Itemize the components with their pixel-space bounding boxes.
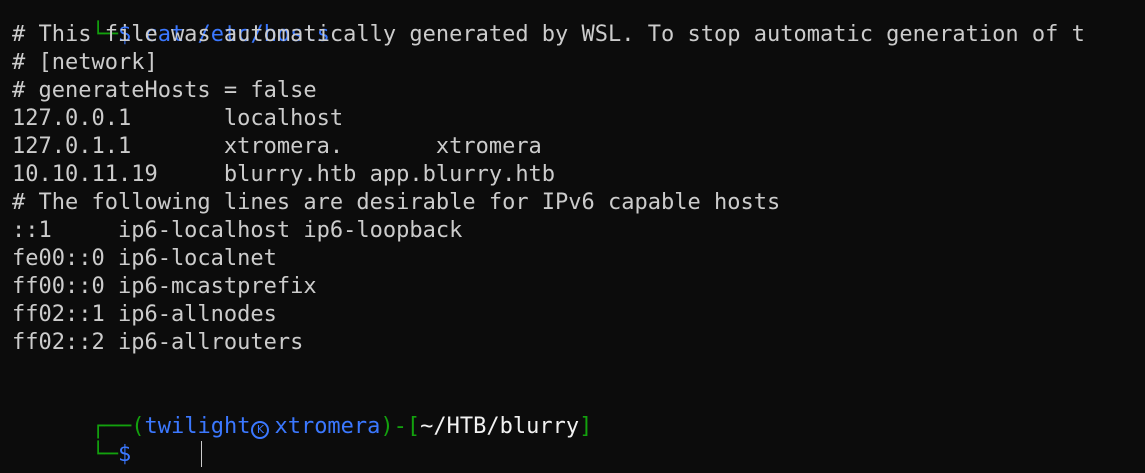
command-output: # This file was automatically generated … xyxy=(12,21,1145,357)
terminal-screen: └─$ cat /etc/hosts # This file was autom… xyxy=(12,0,1145,467)
output-line: 10.10.11.19 blurry.htb app.blurry.htb xyxy=(12,162,556,187)
prompt-host: xtromera xyxy=(274,414,381,439)
skull-icon: K xyxy=(251,421,270,439)
output-line: ff00::0 ip6-mcastprefix xyxy=(12,274,317,299)
prompt-user: twilight xyxy=(144,414,251,439)
prompt-close-paren: ) xyxy=(380,414,394,439)
output-line: # [network] xyxy=(12,50,158,75)
output-line: # This file was automatically generated … xyxy=(12,22,1085,47)
prompt-open-bracket: [ xyxy=(406,414,421,439)
terminal-window[interactable]: └─$ cat /etc/hosts # This file was autom… xyxy=(0,0,1145,473)
text-cursor xyxy=(201,441,203,467)
prompt-corner-bottom: └─ xyxy=(91,442,118,467)
prompt-corner-top: ┌── xyxy=(91,414,132,439)
output-line: # generateHosts = false xyxy=(12,78,317,103)
prompt-close-bracket: ] xyxy=(579,414,593,439)
previous-prompt-line: └─$ cat /etc/hosts xyxy=(12,0,1145,47)
output-line: 127.0.0.1 localhost xyxy=(12,106,344,131)
output-line: 127.0.1.1 xtromera. xtromera xyxy=(12,134,542,159)
prompt-path: ~/HTB/blurry xyxy=(420,414,580,439)
output-line: # The following lines are desirable for … xyxy=(12,190,781,215)
prompt-separator: - xyxy=(393,414,407,439)
output-line: ff02::1 ip6-allnodes xyxy=(12,302,277,327)
prompt-open-paren: ( xyxy=(131,414,145,439)
output-line: fe00::0 ip6-localnet xyxy=(12,246,277,271)
output-line: ::1 ip6-localhost ip6-loopback xyxy=(12,218,463,243)
prompt-dollar-symbol: $ xyxy=(117,442,132,467)
output-line: ff02::2 ip6-allrouters xyxy=(12,330,304,355)
prompt-top-line: ┌──(twilight Kxtromera)-[~/HTB/blurry] xyxy=(12,385,1145,439)
